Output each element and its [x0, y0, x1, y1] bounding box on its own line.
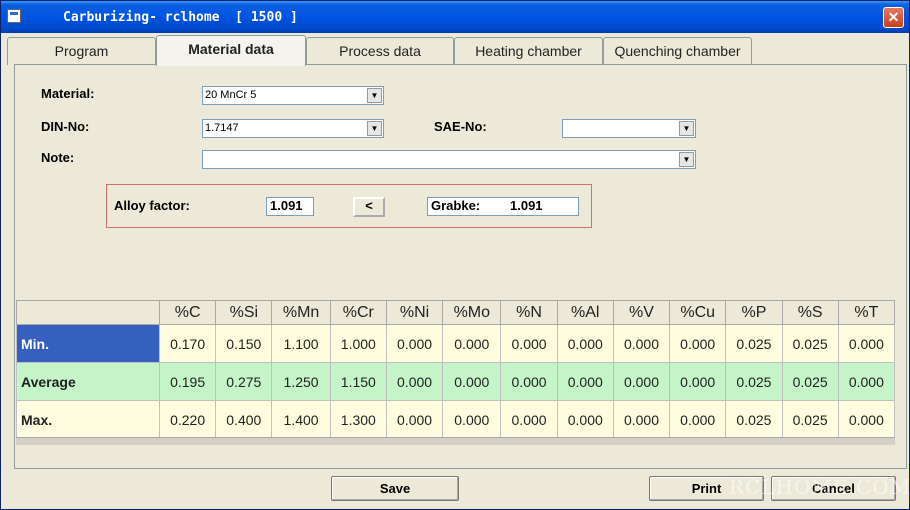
material-select[interactable]: 20 MnCr 5 ▼: [202, 86, 384, 105]
table-cell[interactable]: 0.000: [669, 324, 727, 363]
note-select[interactable]: ▼: [202, 150, 696, 169]
tab-material-data[interactable]: Material data: [156, 35, 306, 66]
tab-quenching-chamber[interactable]: Quenching chamber: [603, 37, 752, 65]
tab-bar: Program Material data Process data Heati…: [7, 35, 907, 66]
chevron-down-icon[interactable]: ▼: [679, 121, 694, 136]
row-label-min[interactable]: Min.: [16, 324, 160, 363]
material-label: Material:: [41, 86, 95, 101]
tab-process-data[interactable]: Process data: [306, 37, 454, 65]
table-cell[interactable]: 0.000: [385, 324, 444, 363]
table-cell[interactable]: 0.000: [837, 362, 896, 401]
table-cell[interactable]: 0.000: [385, 362, 444, 401]
tab-heating-chamber[interactable]: Heating chamber: [454, 37, 603, 65]
table-cell[interactable]: 1.150: [329, 362, 387, 401]
composition-table: %C %Si %Mn %Cr %Ni %Mo %N %Al %V %Cu %P …: [16, 300, 896, 439]
alloy-factor-field[interactable]: 1.091: [266, 197, 314, 216]
grabke-value: 1.091: [510, 198, 543, 213]
sae-select[interactable]: ▼: [562, 119, 696, 138]
table-cell[interactable]: 0.000: [556, 400, 614, 439]
table-cell[interactable]: 0.000: [442, 400, 502, 439]
table-row-min: Min. 0.170 0.150 1.100 1.000 0.000 0.000…: [16, 324, 896, 363]
table-header-row: %C %Si %Mn %Cr %Ni %Mo %N %Al %V %Cu %P …: [16, 300, 896, 325]
grabke-label: Grabke:: [431, 198, 481, 213]
app-icon: [7, 9, 21, 23]
table-cell[interactable]: 0.000: [837, 400, 896, 439]
column-header: %N: [500, 300, 558, 325]
din-value: 1.7147: [205, 122, 239, 134]
material-value: 20 MnCr 5: [205, 89, 257, 101]
table-cell[interactable]: 1.000: [329, 324, 387, 363]
column-header: %Al: [556, 300, 614, 325]
title-bar[interactable]: Carburizing- rclhome [ 1500 ] ✕: [1, 1, 909, 33]
table-cell[interactable]: 0.170: [158, 324, 217, 363]
table-cell[interactable]: 0.000: [612, 400, 671, 439]
din-select[interactable]: 1.7147 ▼: [202, 119, 384, 138]
table-cell[interactable]: 0.000: [442, 362, 502, 401]
column-header: %Si: [215, 300, 273, 325]
table-cell[interactable]: 0.000: [669, 362, 727, 401]
table-cell[interactable]: 0.400: [215, 400, 273, 439]
watermark-text: RCLHOME.COM: [729, 475, 910, 499]
column-header: %T: [837, 300, 896, 325]
row-label-average[interactable]: Average: [16, 362, 160, 401]
table-cell[interactable]: 0.000: [612, 362, 671, 401]
table-cell[interactable]: 0.000: [500, 362, 558, 401]
copy-grabke-button[interactable]: <: [353, 197, 385, 217]
grabke-field: Grabke: 1.091: [427, 197, 579, 216]
sae-label: SAE-No:: [434, 119, 487, 134]
table-cell[interactable]: 0.000: [556, 362, 614, 401]
table-cell[interactable]: 1.300: [329, 400, 387, 439]
chevron-down-icon[interactable]: ▼: [367, 121, 382, 136]
column-header: %C: [158, 300, 217, 325]
table-cell[interactable]: 0.000: [500, 400, 558, 439]
table-cell[interactable]: 0.025: [781, 400, 839, 439]
alloy-factor-label: Alloy factor:: [114, 198, 190, 213]
table-cell[interactable]: 0.025: [725, 324, 783, 363]
table-cell[interactable]: 1.100: [271, 324, 331, 363]
table-cell[interactable]: 0.025: [725, 400, 783, 439]
table-cell[interactable]: 1.250: [271, 362, 331, 401]
column-header: %Cr: [329, 300, 387, 325]
table-cell[interactable]: 0.000: [837, 324, 896, 363]
row-label-max[interactable]: Max.: [16, 400, 160, 439]
material-data-panel: Material: 20 MnCr 5 ▼ DIN-No: 1.7147 ▼ S…: [14, 64, 907, 469]
close-button[interactable]: ✕: [883, 7, 904, 28]
chevron-down-icon[interactable]: ▼: [679, 152, 694, 167]
column-header: %Cu: [669, 300, 727, 325]
chevron-down-icon[interactable]: ▼: [367, 88, 382, 103]
tab-program[interactable]: Program: [7, 37, 156, 65]
table-cell[interactable]: 0.000: [556, 324, 614, 363]
table-cell[interactable]: 0.000: [612, 324, 671, 363]
column-header: %P: [725, 300, 783, 325]
column-header: %S: [781, 300, 839, 325]
table-cell[interactable]: 0.195: [158, 362, 217, 401]
table-cell[interactable]: 0.000: [669, 400, 727, 439]
din-label: DIN-No:: [41, 119, 90, 134]
table-cell[interactable]: 0.025: [725, 362, 783, 401]
table-corner-cell: [16, 300, 160, 325]
table-cell[interactable]: 0.025: [781, 324, 839, 363]
table-cell[interactable]: 0.025: [781, 362, 839, 401]
app-window: Carburizing- rclhome [ 1500 ] ✕ Program …: [0, 0, 910, 510]
horizontal-scrollbar[interactable]: [16, 437, 895, 445]
column-header: %Ni: [385, 300, 444, 325]
table-cell[interactable]: 0.000: [442, 324, 502, 363]
table-cell[interactable]: 1.400: [271, 400, 331, 439]
table-cell[interactable]: 0.150: [215, 324, 273, 363]
table-cell[interactable]: 0.000: [385, 400, 444, 439]
column-header: %Mo: [442, 300, 502, 325]
table-cell[interactable]: 0.220: [158, 400, 217, 439]
table-row-average: Average 0.195 0.275 1.250 1.150 0.000 0.…: [16, 362, 896, 401]
note-label: Note:: [41, 150, 75, 165]
table-cell[interactable]: 0.000: [500, 324, 558, 363]
column-header: %Mn: [271, 300, 331, 325]
table-row-max: Max. 0.220 0.400 1.400 1.300 0.000 0.000…: [16, 400, 896, 439]
save-button[interactable]: Save: [331, 476, 459, 501]
column-header: %V: [612, 300, 671, 325]
window-title: Carburizing- rclhome [ 1500 ]: [63, 10, 298, 25]
table-cell[interactable]: 0.275: [215, 362, 273, 401]
alloy-factor-group: Alloy factor: 1.091 < Grabke: 1.091: [106, 184, 592, 228]
